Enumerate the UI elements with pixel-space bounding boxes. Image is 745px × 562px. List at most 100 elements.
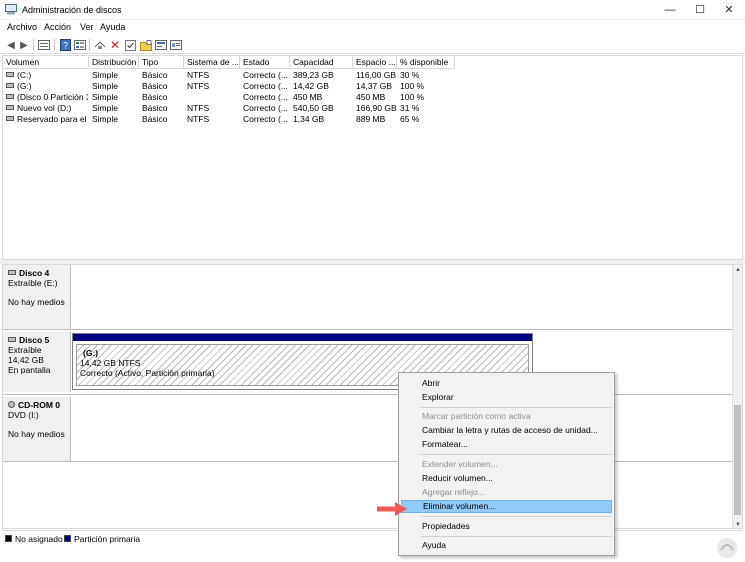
status-cell: Correcto (... [243, 103, 288, 113]
disk-name: CD-ROM 0 [18, 400, 61, 410]
volume-cell: (C:) [6, 70, 88, 81]
table-row[interactable]: (Disco 0 Partición 3) Simple Básico Corr… [3, 92, 744, 103]
menu-separator [421, 407, 611, 408]
column-header-distribucion[interactable]: Distribución [89, 56, 139, 69]
partition-size: 14,42 GB NTFS [80, 358, 141, 368]
percent-free-cell: 31 % [400, 103, 420, 113]
delete-icon[interactable]: ✕ [108, 38, 122, 52]
menu-item-ayuda[interactable]: Ayuda [401, 539, 612, 552]
menu-item-formatear[interactable]: Formatear... [401, 438, 612, 451]
forward-icon[interactable]: ▶ [17, 38, 31, 52]
close-button[interactable]: ✕ [714, 0, 744, 20]
table-row[interactable]: (G:) Simple Básico NTFS Correcto (... 14… [3, 81, 744, 92]
menu-item-abrir[interactable]: Abrir [401, 377, 612, 390]
check-icon[interactable] [123, 38, 137, 52]
maximize-button[interactable]: ☐ [685, 0, 715, 20]
disk-type: DVD (I:) [8, 410, 39, 420]
layout-cell: Simple [92, 103, 118, 113]
divider [3, 394, 734, 395]
column-header-sistema[interactable]: Sistema de ... [184, 56, 240, 69]
filesystem-cell: NTFS [187, 114, 210, 124]
disk-view-icon[interactable] [37, 38, 51, 52]
scroll-down-icon[interactable]: ▼ [733, 520, 742, 528]
disk-name: Disco 5 [19, 335, 50, 345]
cdrom-0-label[interactable]: CD-ROM 0 DVD (I:) No hay medios [3, 397, 71, 461]
column-header-disponible[interactable]: % disponible [397, 56, 455, 69]
menu-item-extender: Extender volumen... [422, 459, 498, 469]
disk-4-label[interactable]: Disco 4 Extraíble (E:) No hay medios [3, 265, 71, 329]
toolbar-separator [54, 39, 55, 51]
partition-label: (G:) [83, 348, 99, 358]
new-folder-icon[interactable] [139, 38, 153, 52]
list-view-icon[interactable] [73, 38, 87, 52]
free-space-cell: 889 MB [356, 114, 386, 124]
minimize-button[interactable]: — [655, 0, 685, 20]
table-row[interactable]: Reservado para el ... Simple Básico NTFS… [3, 114, 744, 125]
column-header-capacidad[interactable]: Capacidad [290, 56, 353, 69]
capacity-cell: 450 MB [293, 92, 323, 102]
vertical-scrollbar[interactable]: ▲ ▼ [732, 265, 742, 528]
disk-name: Disco 4 [19, 268, 50, 278]
cdrom-icon [8, 401, 15, 409]
context-menu: Abrir Explorar Marcar partición como act… [398, 372, 615, 556]
back-icon[interactable]: ◀ [4, 38, 18, 52]
window-title: Administración de discos [22, 5, 122, 15]
menu-item-eliminar-volumen[interactable]: Eliminar volumen... [401, 500, 612, 513]
menu-separator [421, 516, 611, 517]
menu-ver[interactable]: Ver [80, 22, 94, 32]
menu-item-reducir[interactable]: Reducir volumen... [401, 472, 612, 485]
capacity-cell: 389,23 GB [293, 70, 334, 80]
scrollbar-thumb[interactable] [734, 405, 741, 515]
column-header-volumen[interactable]: Volumen [3, 56, 89, 69]
partition-header-bar [73, 334, 532, 341]
disk-5-label[interactable]: Disco 5 Extraíble 14,42 GB En pantalla [3, 332, 71, 392]
menu-separator [421, 536, 611, 537]
menu-item-marcar-activa: Marcar partición como activa [422, 411, 531, 421]
watermark-logo-icon [717, 538, 737, 558]
type-cell: Básico [142, 92, 168, 102]
column-header-tipo[interactable]: Tipo [139, 56, 184, 69]
disk-status: No hay medios [8, 297, 65, 307]
table-row[interactable]: (C:) Simple Básico NTFS Correcto (... 38… [3, 70, 744, 81]
scroll-up-icon[interactable]: ▲ [733, 265, 742, 275]
drive-icon [6, 94, 14, 100]
drive-icon [6, 116, 14, 122]
percent-free-cell: 100 % [400, 92, 425, 102]
table-row[interactable]: Nuevo vol (D:) Simple Básico NTFS Correc… [3, 103, 744, 114]
settings-icon[interactable] [169, 38, 183, 52]
connect-icon[interactable] [93, 38, 107, 52]
divider [3, 461, 734, 462]
column-header-espacio[interactable]: Espacio ... [353, 56, 397, 69]
percent-free-cell: 65 % [400, 114, 420, 124]
help-icon[interactable]: ? [58, 38, 72, 52]
pointer-arrow-icon [377, 502, 407, 516]
status-cell: Correcto (... [243, 114, 288, 124]
unallocated-swatch [5, 535, 12, 542]
layout-cell: Simple [92, 70, 118, 80]
free-space-cell: 14,37 GB [356, 81, 392, 91]
menu-archivo[interactable]: Archivo [7, 22, 37, 32]
layout-cell: Simple [92, 81, 118, 91]
layout-cell: Simple [92, 114, 118, 124]
disk-size: 14,42 GB [8, 355, 44, 365]
disk-type: Extraíble [8, 345, 42, 355]
menu-ayuda[interactable]: Ayuda [100, 22, 125, 32]
menu-item-propiedades[interactable]: Propiedades [401, 520, 612, 533]
type-cell: Básico [142, 81, 168, 91]
status-cell: Correcto (... [243, 81, 288, 91]
menu-item-agregar-reflejo: Agregar reflejo... [422, 487, 485, 497]
disk-icon [8, 337, 16, 343]
disk-status: No hay medios [8, 429, 65, 439]
percent-free-cell: 100 % [400, 81, 425, 91]
menu-item-explorar[interactable]: Explorar [401, 391, 612, 404]
column-header-estado[interactable]: Estado [240, 56, 290, 69]
menu-item-cambiar-letra[interactable]: Cambiar la letra y rutas de acceso de un… [401, 424, 612, 437]
properties-icon[interactable] [154, 38, 168, 52]
capacity-cell: 1,34 GB [293, 114, 325, 124]
menu-accion[interactable]: Acción [44, 22, 71, 32]
percent-free-cell: 30 % [400, 70, 420, 80]
disk-icon [8, 270, 16, 276]
type-cell: Básico [142, 114, 168, 124]
disk-status: En pantalla [8, 365, 51, 375]
primary-swatch [64, 535, 71, 542]
